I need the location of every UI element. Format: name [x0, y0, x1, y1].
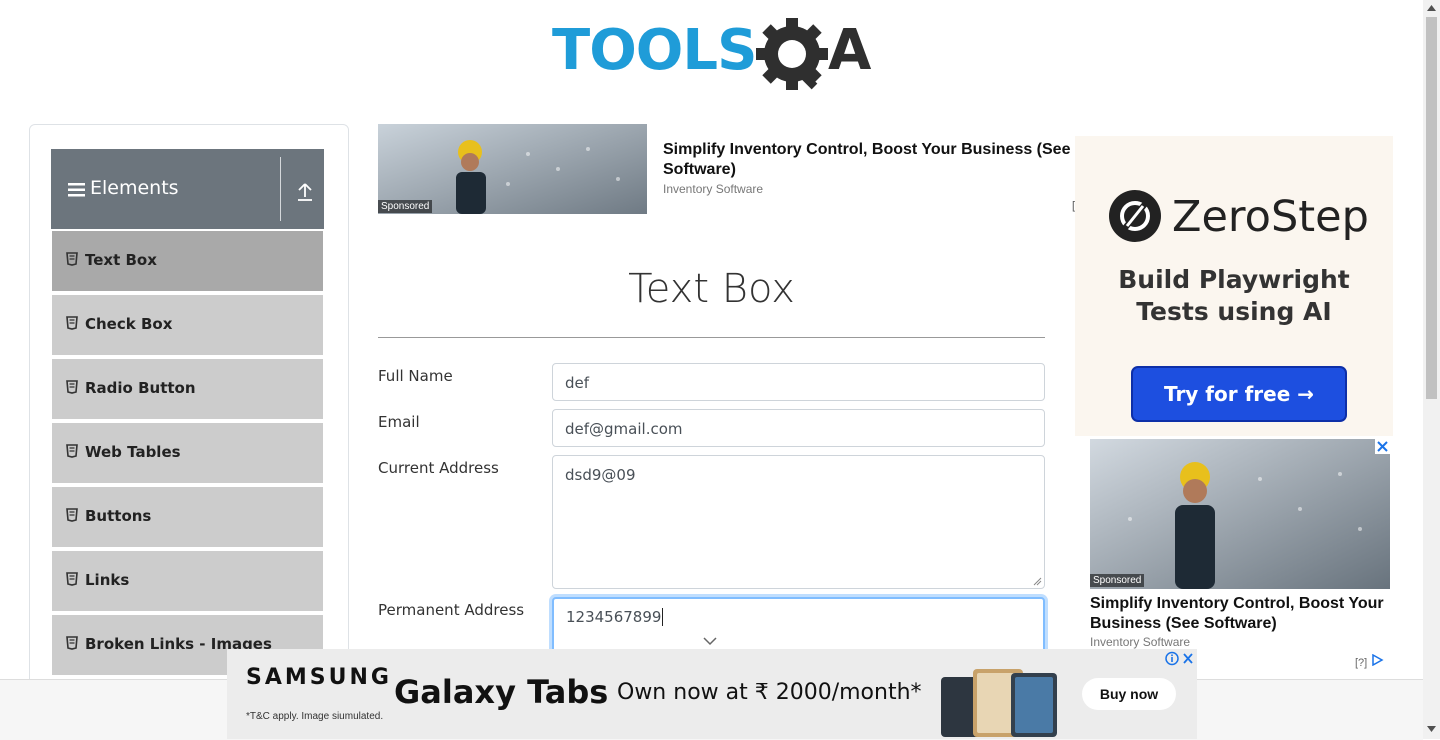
- full-name-label: Full Name: [378, 367, 453, 385]
- header-divider: [280, 157, 281, 221]
- email-input[interactable]: def@gmail.com: [552, 409, 1045, 447]
- tagline-line-2: Tests using AI: [1136, 297, 1332, 326]
- chevron-down-icon: [703, 637, 717, 646]
- logo-text-tools: TOOLS: [552, 18, 756, 83]
- samsung-ad[interactable]: SAMSUNG *T&C apply. Image siumulated. Ga…: [227, 649, 1197, 739]
- sidebar-item-label: Links: [85, 571, 130, 589]
- current-address-value: dsd9@09: [565, 466, 636, 484]
- text-cursor: [662, 608, 664, 626]
- group-title: Elements: [90, 177, 179, 199]
- sidebar-item-buttons[interactable]: Buttons: [52, 485, 323, 547]
- zerostep-ad[interactable]: ZeroStep Build Playwright Tests using AI…: [1075, 136, 1393, 436]
- menu-item-icon: [66, 636, 78, 650]
- ad-help[interactable]: [?]: [1355, 653, 1384, 669]
- sidebar-item-label: Radio Button: [85, 379, 196, 397]
- full-name-input[interactable]: def: [552, 363, 1045, 401]
- zerostep-brand-name: ZeroStep: [1172, 192, 1369, 242]
- adchoices-icon[interactable]: [1165, 651, 1195, 666]
- ad-headline[interactable]: Simplify Inventory Control, Boost Your B…: [1090, 594, 1390, 634]
- gear-icon: [756, 18, 828, 90]
- ad-headline[interactable]: Simplify Inventory Control, Boost Your B…: [663, 140, 1083, 180]
- sponsored-ad-right[interactable]: ZeroStep Build Playwright Tests using AI…: [1075, 124, 1395, 684]
- try-for-free-button[interactable]: Try for free →: [1131, 366, 1347, 422]
- sidebar-item-label: Text Box: [85, 251, 157, 269]
- buy-now-button[interactable]: Buy now: [1082, 678, 1176, 710]
- tablets-image: [941, 669, 1057, 737]
- sidebar-item-radio-button[interactable]: Radio Button: [52, 357, 323, 419]
- page-title: Text Box: [628, 266, 795, 312]
- scrollbar-thumb[interactable]: [1426, 17, 1437, 399]
- sidebar-item-check-box[interactable]: Check Box: [52, 293, 323, 355]
- elements-group-header[interactable]: Elements: [51, 149, 324, 229]
- sidebar-item-text-box[interactable]: Text Box: [52, 229, 323, 291]
- current-address-textarea[interactable]: dsd9@09: [552, 455, 1045, 589]
- sidebar-item-label: Web Tables: [85, 443, 181, 461]
- close-icon[interactable]: [1375, 439, 1390, 454]
- ad-offer: Own now at ₹ 2000/month*: [617, 680, 922, 705]
- ad-help-label: [?]: [1355, 657, 1368, 669]
- ad-image[interactable]: Sponsored: [1090, 439, 1390, 589]
- toolsqa-logo[interactable]: TOOLS A: [552, 14, 876, 92]
- sidebar-item-label: Check Box: [85, 315, 173, 333]
- menu-item-icon: [66, 252, 78, 266]
- full-name-value: def: [565, 374, 590, 392]
- page-scrollbar[interactable]: [1423, 0, 1440, 739]
- title-divider: [378, 337, 1045, 338]
- tagline-line-1: Build Playwright: [1118, 265, 1350, 294]
- menu-item-icon: [66, 316, 78, 330]
- scroll-up-icon[interactable]: [1427, 5, 1436, 11]
- sponsored-tag: Sponsored: [1090, 574, 1145, 587]
- permanent-address-value: 1234567899: [566, 608, 662, 626]
- zerostep-logo-icon: [1109, 190, 1161, 242]
- sidebar-item-label: Buttons: [85, 507, 152, 525]
- sponsored-tag: Sponsored: [378, 200, 433, 213]
- ad-source[interactable]: Inventory Software: [1090, 635, 1190, 649]
- resize-grip-icon[interactable]: [1033, 577, 1042, 586]
- menu-item-icon: [66, 572, 78, 586]
- zerostep-tagline: Build Playwright Tests using AI: [1075, 264, 1393, 328]
- menu-item-icon: [66, 444, 78, 458]
- sponsored-ad-top[interactable]: Sponsored Simplify Inventory Control, Bo…: [378, 124, 1078, 216]
- ad-source[interactable]: Inventory Software: [663, 182, 763, 196]
- samsung-brand: SAMSUNG: [246, 665, 392, 690]
- logo-text-a: A: [828, 18, 872, 83]
- email-value: def@gmail.com: [565, 420, 683, 438]
- ad-disclaimer: *T&C apply. Image siumulated.: [246, 711, 384, 722]
- menu-item-icon: [66, 508, 78, 522]
- ad-product: Galaxy Tabs: [394, 673, 609, 711]
- adchoices-icon: [1372, 653, 1384, 667]
- hamburger-icon: [68, 183, 85, 197]
- scroll-down-icon[interactable]: [1427, 726, 1436, 732]
- current-address-label: Current Address: [378, 459, 499, 477]
- permanent-address-label: Permanent Address: [378, 601, 525, 619]
- email-label: Email: [378, 413, 420, 431]
- collapse-arrow-icon[interactable]: [294, 181, 316, 203]
- permanent-address-textarea[interactable]: 1234567899: [552, 597, 1045, 657]
- sidebar-item-web-tables[interactable]: Web Tables: [52, 421, 323, 483]
- sidebar-item-links[interactable]: Links: [52, 549, 323, 611]
- menu-item-icon: [66, 380, 78, 394]
